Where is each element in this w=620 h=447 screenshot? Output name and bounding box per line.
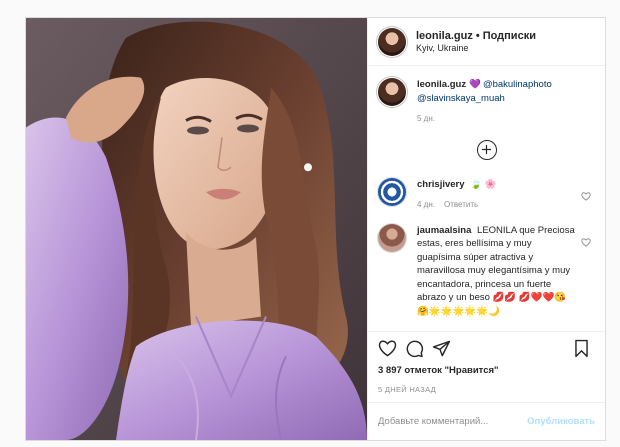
- caption-time[interactable]: 5 дн.: [417, 114, 435, 123]
- instagram-post: leonila.guz • Подписки Kyiv, Ukraine leoni…: [25, 17, 606, 441]
- post-actions: [368, 331, 605, 365]
- comments-feed[interactable]: leonila.guz 💜 @bakulinaphoto @slavinskaya_…: [368, 66, 605, 331]
- caption: leonila.guz 💜 @bakulinaphoto @slavinskaya_…: [378, 78, 595, 126]
- caption-username[interactable]: leonila.guz: [417, 79, 466, 90]
- reply-button[interactable]: Ответить: [444, 200, 478, 209]
- publish-button[interactable]: Опубликовать: [527, 416, 595, 427]
- author-avatar[interactable]: [378, 27, 406, 56]
- caption-text: leonila.guz 💜 @bakulinaphoto @slavinskaya_…: [417, 78, 595, 126]
- post-timestamp[interactable]: 5 ДНЕЙ НАЗАД: [368, 376, 605, 402]
- mention-slavinskaya[interactable]: @slavinskaya_muah: [417, 93, 505, 104]
- bookmark-icon: [574, 339, 588, 358]
- commenter-avatar[interactable]: [378, 177, 406, 206]
- comment-bubble-icon: [406, 340, 423, 358]
- comment-meta: 4 дн. Ответить: [417, 198, 575, 212]
- comment-username[interactable]: chrisjivery: [417, 179, 465, 190]
- likes-count[interactable]: 3 897 отметок "Нравится": [368, 365, 605, 376]
- comment-body: 🍃 🌸: [470, 178, 497, 190]
- comment-text: chrisjivery 🍃 🌸 4 дн. Ответить: [417, 178, 575, 212]
- comment-time[interactable]: 4 дн.: [417, 200, 435, 209]
- comment-like-button[interactable]: [581, 188, 595, 206]
- heart-outline-icon: [581, 237, 591, 247]
- caption-avatar[interactable]: [378, 78, 406, 106]
- comment-input[interactable]: [378, 416, 528, 427]
- caption-meta: 5 дн.: [417, 112, 595, 126]
- comment-button[interactable]: [403, 338, 425, 360]
- separator-dot: •: [475, 29, 480, 42]
- comment-body: LEONILA que Preciosa estas, eres bellísi…: [417, 224, 575, 317]
- load-more-comments-button[interactable]: [476, 139, 497, 160]
- purple-heart-emoji: 💜: [469, 79, 481, 90]
- post-side-panel: leonila.guz • Подписки Kyiv, Ukraine leoni…: [367, 18, 605, 440]
- heart-outline-icon: [581, 191, 591, 201]
- author-line: leonila.guz • Подписки: [416, 30, 536, 43]
- comment-composer: Опубликовать: [368, 402, 605, 440]
- mention-bakulinaphoto[interactable]: @bakulinaphoto: [483, 79, 552, 90]
- comment: chrisjivery 🍃 🌸 4 дн. Ответить: [378, 177, 595, 212]
- comment-like-button[interactable]: [581, 234, 595, 252]
- comment-username[interactable]: jaumaalsina: [417, 225, 471, 236]
- comment: jaumaalsina LEONILA que Preciosa estas, …: [378, 223, 595, 319]
- author-username[interactable]: leonila.guz: [416, 30, 473, 42]
- portrait-image: [26, 18, 367, 440]
- location-link[interactable]: Kyiv, Ukraine: [416, 43, 536, 54]
- heart-icon: [378, 340, 396, 357]
- like-button[interactable]: [376, 338, 398, 360]
- paper-plane-icon: [432, 340, 450, 357]
- share-button[interactable]: [430, 338, 452, 360]
- plus-icon: [481, 144, 492, 155]
- post-header: leonila.guz • Подписки Kyiv, Ukraine: [368, 18, 605, 66]
- post-photo[interactable]: [26, 18, 367, 440]
- author-meta: leonila.guz • Подписки Kyiv, Ukraine: [416, 30, 536, 54]
- comment-text: jaumaalsina LEONILA que Preciosa estas, …: [417, 224, 575, 319]
- follow-button[interactable]: Подписки: [483, 30, 536, 42]
- save-button[interactable]: [570, 338, 592, 360]
- commenter-avatar[interactable]: [378, 223, 406, 252]
